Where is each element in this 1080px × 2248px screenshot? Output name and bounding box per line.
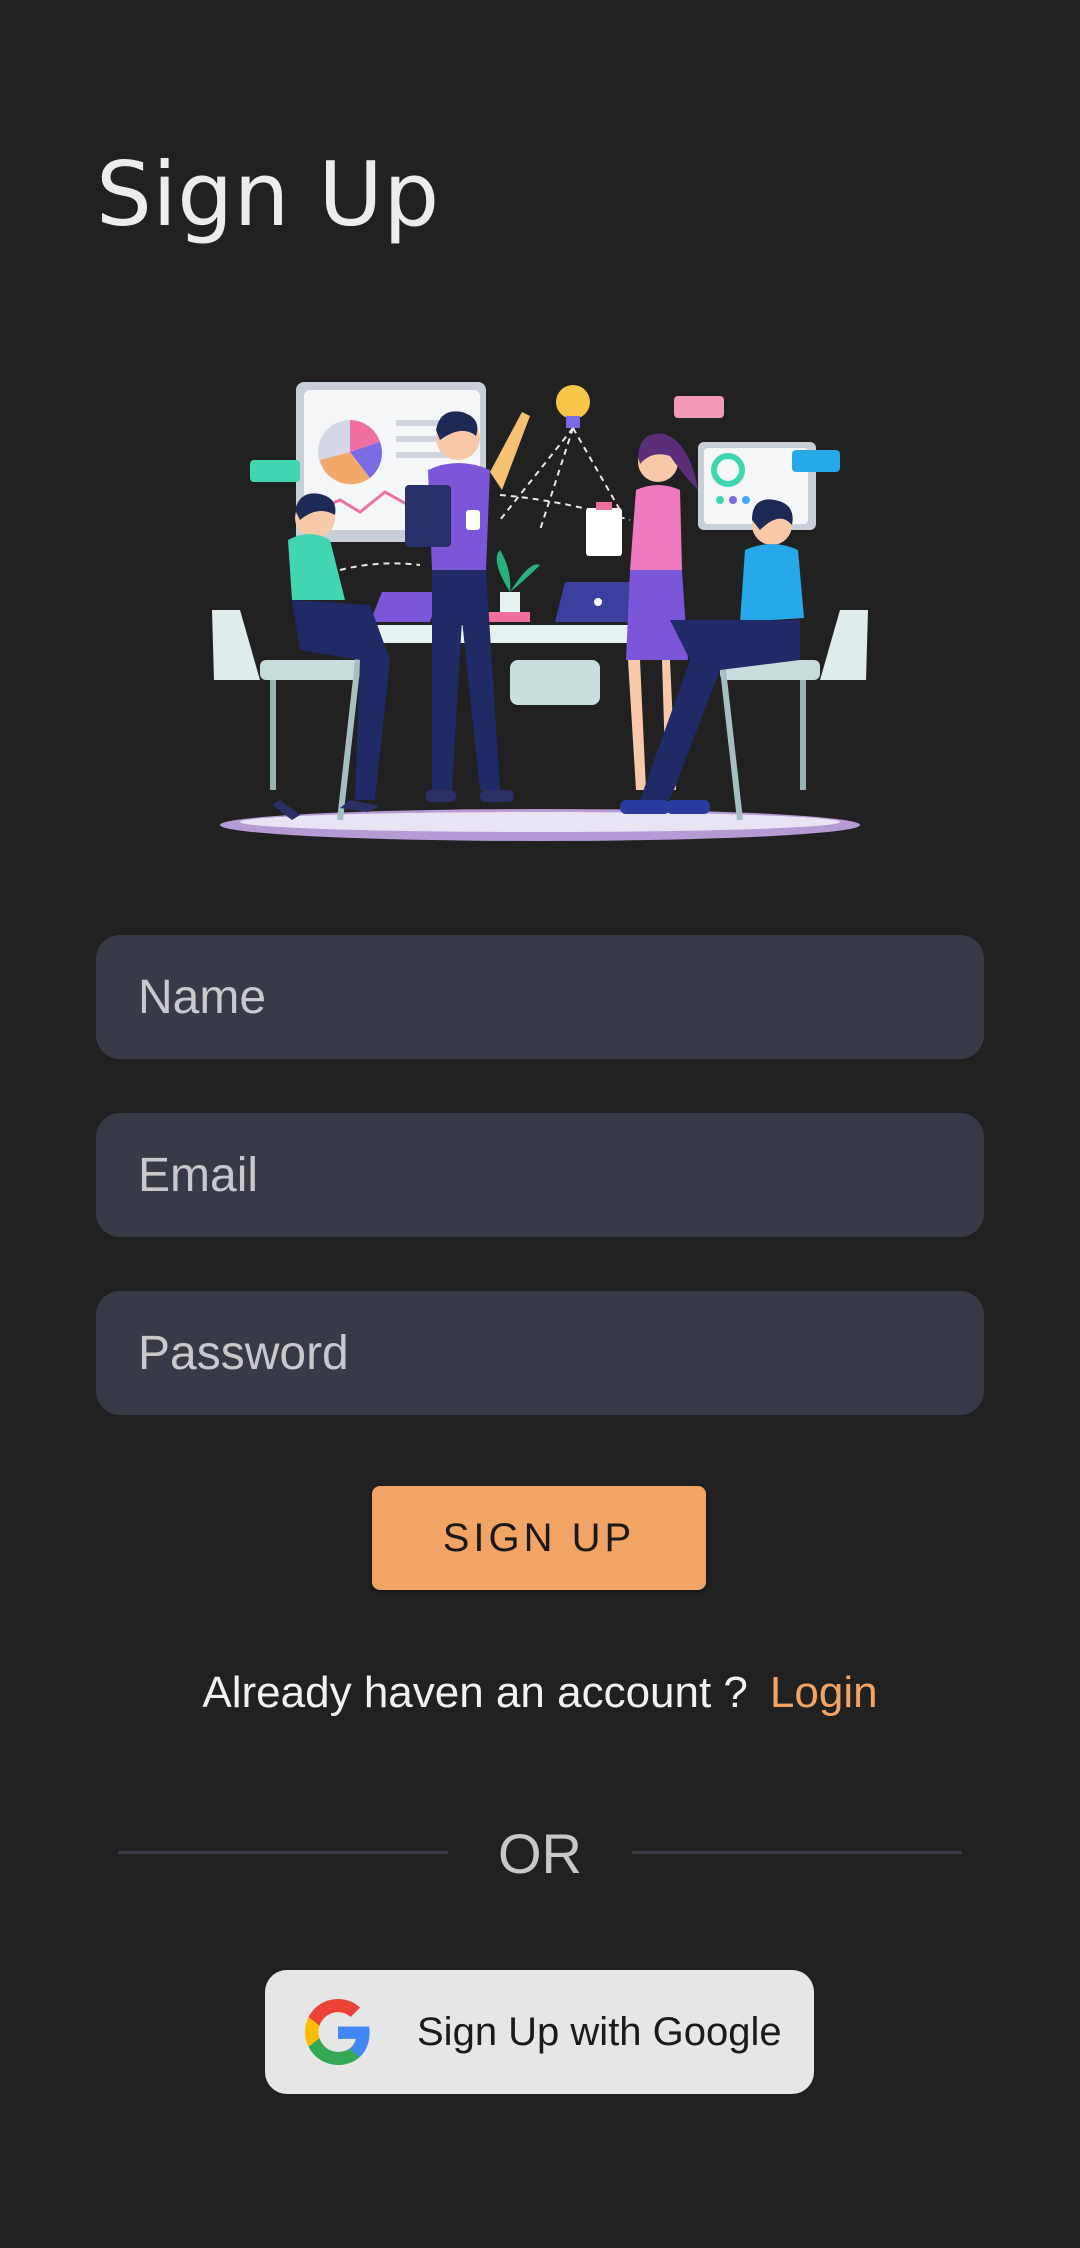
signup-screen: Sign Up Name Email SIGN UP Already haven…: [0, 0, 1080, 2248]
email-input[interactable]: [96, 1113, 984, 1237]
login-link[interactable]: Login: [770, 1668, 878, 1717]
or-divider-label: OR: [498, 1822, 582, 1885]
name-input[interactable]: [96, 935, 984, 1059]
login-prompt-row: Already haven an account ? Login: [0, 1660, 1080, 1726]
divider-line-left: [118, 1851, 448, 1854]
google-sign-up-label: Sign Up with Google: [417, 2009, 782, 2054]
password-input[interactable]: [96, 1291, 984, 1415]
team-meeting-illustration: [212, 382, 868, 841]
divider-line-right: [632, 1851, 962, 1854]
sign-up-button[interactable]: SIGN UP: [372, 1486, 706, 1590]
google-sign-up-button[interactable]: Sign Up with Google: [265, 1970, 814, 2094]
login-prompt-text: Already haven an account ?: [202, 1668, 748, 1717]
google-icon: [305, 1999, 370, 2065]
page-title: Sign Up: [96, 143, 440, 246]
